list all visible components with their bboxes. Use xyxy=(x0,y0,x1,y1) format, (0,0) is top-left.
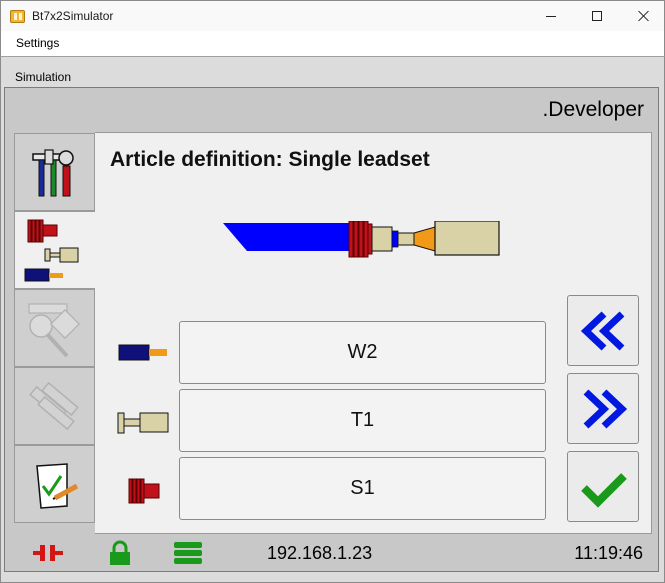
ip-address: 192.168.1.23 xyxy=(267,543,373,563)
folder-app-icon xyxy=(10,10,25,23)
content-panel: Article definition: Single leadset W2 T1… xyxy=(95,132,652,534)
nav-measure-button[interactable] xyxy=(14,289,95,367)
seal-icon xyxy=(128,478,160,504)
status-bar: 192.168.1.23 11:19:46 xyxy=(5,536,660,572)
checkmark-icon xyxy=(581,473,627,508)
confirm-button[interactable] xyxy=(567,451,639,522)
wire-icon xyxy=(118,344,167,361)
back-button[interactable] xyxy=(567,295,639,366)
disconnected-plug-icon xyxy=(33,545,63,561)
nav-rollers-button[interactable] xyxy=(14,367,95,445)
lock-icon xyxy=(110,540,130,565)
rollers-icon xyxy=(29,381,79,431)
maximize-button[interactable] xyxy=(574,1,620,32)
menu-bar: Settings xyxy=(0,31,665,56)
terminal-icon xyxy=(117,412,169,434)
leadset-parts-icon xyxy=(24,219,79,282)
double-chevron-left-icon xyxy=(580,311,625,351)
seal-select-button[interactable]: S1 xyxy=(179,457,546,520)
wire-select-button[interactable]: W2 xyxy=(179,321,546,384)
minimize-icon xyxy=(546,16,556,17)
simulation-frame: Simulation .Developer Article definition… xyxy=(0,56,665,583)
checklist-icon xyxy=(36,463,79,509)
close-button[interactable] xyxy=(620,1,665,32)
simulation-label: Simulation xyxy=(15,70,72,84)
forward-button[interactable] xyxy=(567,373,639,444)
clock: 11:19:46 xyxy=(574,543,643,563)
title-bar: Bt7x2Simulator xyxy=(0,0,665,31)
nav-tools-button[interactable] xyxy=(14,133,95,211)
user-name: .Developer xyxy=(542,98,644,121)
nav-checklist-button[interactable] xyxy=(14,445,95,523)
menu-settings[interactable]: Settings xyxy=(16,36,59,50)
database-icon xyxy=(174,542,202,564)
nav-leadset-parts-button[interactable] xyxy=(14,211,96,289)
tools-icon xyxy=(32,149,74,197)
window-title: Bt7x2Simulator xyxy=(32,9,114,23)
simulation-panel: .Developer Article definition: Single le… xyxy=(4,87,659,572)
maximize-icon xyxy=(592,11,602,21)
page-title: Article definition: Single leadset xyxy=(110,148,430,171)
minimize-button[interactable] xyxy=(528,1,574,32)
leadset-diagram xyxy=(223,221,500,258)
double-chevron-right-icon xyxy=(583,389,628,429)
measure-icon xyxy=(28,303,80,358)
terminal-select-button[interactable]: T1 xyxy=(179,389,546,452)
